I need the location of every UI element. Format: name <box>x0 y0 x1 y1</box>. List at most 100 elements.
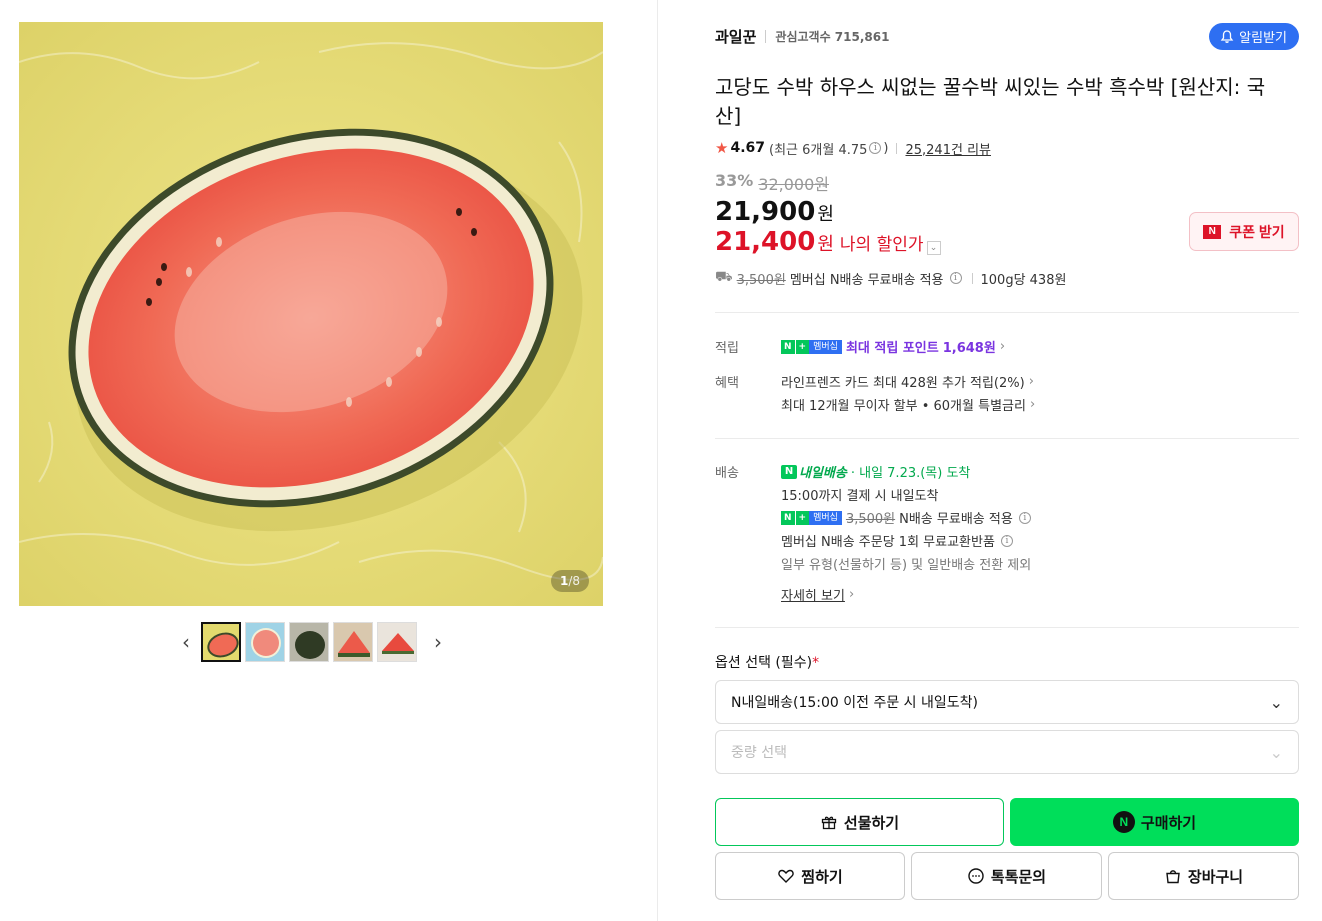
points-row[interactable]: N + 멤버십 최대 적립 포인트 1,648원 › <box>781 337 1005 356</box>
more-link-label: 자세히 보기 <box>781 589 845 604</box>
info-icon[interactable]: i <box>949 272 962 284</box>
chevron-down-icon[interactable]: ⌄ <box>926 241 941 255</box>
talktalk-button-label: 톡톡문의 <box>990 868 1047 886</box>
wishlist-button[interactable]: 찜하기 <box>715 852 905 900</box>
coupon-button[interactable]: N 쿠폰 받기 <box>1189 212 1299 251</box>
gift-button[interactable]: 선물하기 <box>715 798 1004 846</box>
thumbnail-2[interactable] <box>245 622 285 662</box>
original-shipping-fee: 3,500원 <box>845 512 896 527</box>
chevron-right-icon: › <box>434 630 442 654</box>
alarm-subscribe-button[interactable]: 알림받기 <box>1209 23 1299 50</box>
chat-bubble-icon <box>968 868 984 884</box>
product-title: 고당도 수박 하우스 씨없는 꿀수박 씨있는 수박 흑수박 [원산지: 국산] <box>715 75 1266 128</box>
arrival-date: · 내일 7.23.(목) 도착 <box>850 466 971 481</box>
divider <box>971 272 973 284</box>
naver-plus-membership-badge: N + 멤버십 <box>781 339 842 354</box>
currency-unit: 원 <box>817 234 834 255</box>
points-label: 적립 <box>715 341 739 356</box>
thumbnail-3[interactable] <box>289 622 329 662</box>
image-counter: 1/8 <box>550 570 589 592</box>
weight-option-select[interactable]: 중량 선택 ⌄ <box>715 730 1299 774</box>
prev-thumbnail-button[interactable]: ‹ <box>175 622 197 662</box>
heart-icon <box>778 869 795 883</box>
original-shipping-fee: 3,500원 <box>736 272 786 288</box>
my-price-label: 나의 할인가 <box>839 235 924 255</box>
store-name[interactable]: 과일꾼 <box>715 26 756 47</box>
my-discount-price: 21,400 <box>715 227 816 257</box>
card-benefit-text: 라인프렌즈 카드 최대 428원 추가 적립(2%) <box>781 376 1025 391</box>
main-product-image[interactable]: 1/8 <box>19 22 603 606</box>
thumbnail-5[interactable] <box>377 622 417 662</box>
delivery-cutoff: 15:00까지 결제 시 내일도착 <box>781 485 939 504</box>
wishlist-button-label: 찜하기 <box>801 868 843 886</box>
cutoff-text: 15:00까지 결제 시 내일도착 <box>781 489 939 504</box>
option-select-value: N내일배송(15:00 이전 주문 시 내일도착) <box>731 695 978 711</box>
review-count-link[interactable]: 25,241건 리뷰 <box>905 139 991 158</box>
unit-price: 100g당 438원 <box>980 272 1067 288</box>
currency-unit: 원 <box>817 204 834 225</box>
alarm-button-label: 알림받기 <box>1239 30 1287 45</box>
chevron-right-icon: › <box>1028 374 1034 389</box>
delivery-arrival-row: N 내일배송 · 내일 7.23.(목) 도착 <box>781 462 970 481</box>
gift-icon <box>821 816 837 830</box>
divider <box>765 29 767 43</box>
chevron-right-icon: › <box>999 339 1006 354</box>
store-header: 과일꾼 관심고객수 715,861 알림받기 <box>715 23 1299 50</box>
store-fans-count: 관심고객수 715,861 <box>775 29 890 44</box>
shipping-summary: ⛟ 3,500원 멤버십 N배송 무료배송 적용 i 100g당 438원 <box>715 268 1066 288</box>
chevron-left-icon: ‹ <box>182 630 190 654</box>
tomorrow-delivery-badge: N 내일배송 <box>781 462 847 481</box>
chevron-down-icon: ⌄ <box>1269 692 1283 712</box>
cart-button-label: 장바구니 <box>1187 868 1244 886</box>
chevron-down-icon: ⌄ <box>1269 742 1283 762</box>
cart-button[interactable]: 장바구니 <box>1108 852 1299 900</box>
info-icon[interactable]: i <box>869 142 882 154</box>
exchange-text: 멤버십 N배송 주문당 1회 무료교환반품 <box>781 535 995 550</box>
thumbnail-1[interactable] <box>201 622 241 662</box>
option-title: 옵션 선택 (필수)* <box>715 655 820 671</box>
delivery-label: 배송 <box>715 466 739 481</box>
exception-row: 일부 유형(선물하기 등) 및 일반배송 전환 제외 <box>781 554 1031 573</box>
section-divider <box>715 312 1299 313</box>
benefits-label: 혜택 <box>715 376 739 391</box>
max-points-value: 1,648원 <box>942 341 996 356</box>
max-points-label: 최대 적립 포인트 <box>845 341 939 356</box>
truck-icon: ⛟ <box>715 269 733 285</box>
sale-price: 21,900 <box>715 197 816 227</box>
option-select-placeholder: 중량 선택 <box>731 745 787 761</box>
installment-row[interactable]: 최대 12개월 무이자 할부 • 60개월 특별금리 › <box>781 395 1035 414</box>
talktalk-inquiry-button[interactable]: 톡톡문의 <box>911 852 1102 900</box>
gift-button-label: 선물하기 <box>843 814 900 832</box>
discount-rate: 33% <box>715 171 754 190</box>
bell-plus-icon <box>1220 29 1234 43</box>
member-fee-text: N배송 무료배송 적용 <box>899 512 1013 527</box>
naver-plus-membership-badge: N + 멤버십 <box>781 510 842 525</box>
discount-row: 33% 32,000원 <box>715 171 829 195</box>
watermelon-image <box>19 22 603 606</box>
buy-button[interactable]: N 구매하기 <box>1010 798 1299 846</box>
naver-pay-icon: N <box>1112 811 1135 833</box>
required-mark: * <box>812 655 820 671</box>
next-thumbnail-button[interactable]: › <box>427 622 449 662</box>
sale-price-row: 21,900 원 <box>715 197 834 227</box>
divider <box>896 142 898 154</box>
chevron-right-icon: › <box>848 587 855 602</box>
shopping-bag-icon <box>1166 870 1180 884</box>
my-price-row[interactable]: 21,400 원 나의 할인가 ⌄ <box>715 227 941 257</box>
exception-text: 일부 유형(선물하기 등) 및 일반배송 전환 제외 <box>781 558 1032 573</box>
shipping-text: 멤버십 N배송 무료배송 적용 <box>789 272 944 288</box>
recent-rating-close: ) <box>883 140 889 156</box>
delivery-more-link[interactable]: 자세히 보기 › <box>781 585 854 604</box>
delivery-option-select[interactable]: N내일배송(15:00 이전 주문 시 내일도착) ⌄ <box>715 680 1299 724</box>
product-gallery: 1/8 ‹ › <box>0 0 658 921</box>
info-icon[interactable]: i <box>1018 511 1031 524</box>
thumbnail-4[interactable] <box>333 622 373 662</box>
coupon-button-label: 쿠폰 받기 <box>1229 223 1285 240</box>
section-divider <box>715 627 1299 628</box>
section-divider <box>715 438 1299 439</box>
average-rating: 4.67 <box>730 140 765 156</box>
member-fee-row: N + 멤버십 3,500원 N배송 무료배송 적용 i <box>781 508 1033 527</box>
card-benefit-row[interactable]: 라인프렌즈 카드 최대 428원 추가 적립(2%) › <box>781 372 1034 391</box>
info-icon[interactable]: i <box>1000 534 1013 547</box>
buy-button-label: 구매하기 <box>1140 814 1197 832</box>
